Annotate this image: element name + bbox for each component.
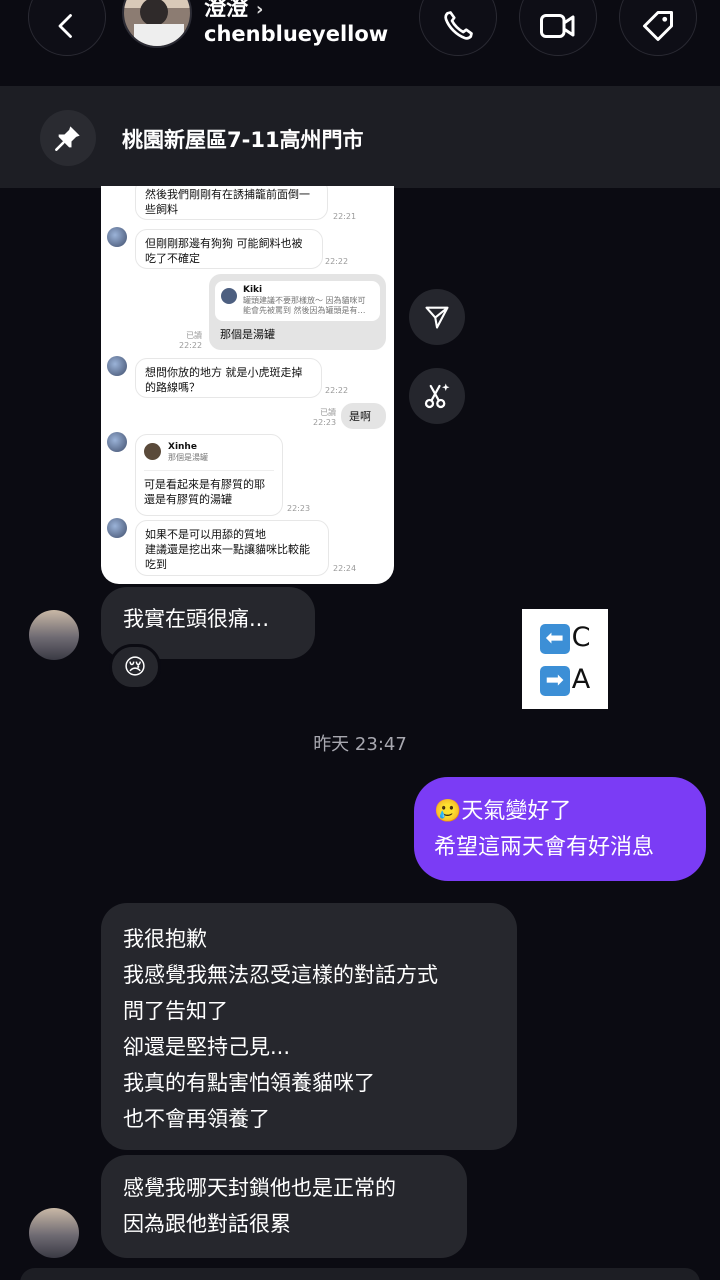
phone-icon [444,11,473,40]
message-bubble[interactable]: 感覺我哪天封鎖他也是正常的 因為跟他對話很累 [101,1155,467,1258]
list-item: 是啊 [341,403,386,429]
avatar [107,432,127,452]
read-receipt: 已讀 22:22 [179,331,203,350]
sticker-image[interactable]: ⬅ C ➡ A [522,609,608,709]
avatar [221,288,237,304]
pinned-message-text: 桃園新屋區7-11高州門市 [122,128,364,152]
avatar [107,227,127,247]
avatar[interactable] [29,1208,79,1258]
video-camera-icon [540,14,575,38]
avatar [144,443,161,460]
pin-icon [40,110,96,166]
video-call-button[interactable] [519,0,597,56]
contact-name[interactable]: 澄澄 › [204,0,263,22]
voice-call-button[interactable] [419,0,497,56]
list-item: 想問你放的地方 就是小虎斑走掉 的路線嗎？ [135,358,322,398]
chat-header: 澄澄 › chenblueyellow [0,0,720,86]
contact-avatar[interactable] [122,0,192,48]
scissors-sparkle-icon [424,383,450,409]
send-icon [425,306,449,329]
reply-preview: Kiki 罐頭建議不要那樣放～ 因為貓咪可 能會先被罵到 然後因為罐頭是有… [215,281,380,321]
tag-icon [643,11,673,41]
list-item: 但剛剛那邊有狗狗 可能飼料也被 吃了不確定 [135,229,323,269]
read-receipt: 已讀 22:23 [313,408,337,427]
list-item: 如果不是可以用舔的質地 建議還是挖出來一點讓貓咪比較能 吃到 [135,520,329,576]
message-bubble[interactable]: 我很抱歉 我感覺我無法忍受這樣的對話方式 問了告知了 卻還是堅持己見... 我真… [101,903,517,1150]
chevron-right-icon: › [256,0,264,20]
pinned-message-bar[interactable]: 桃園新屋區7-11高州門市 [0,86,720,188]
right-arrow-icon: ➡ [539,665,570,696]
avatar[interactable] [29,610,79,660]
message-time: 22:22 [325,257,349,266]
message-time: 22:23 [287,504,311,513]
share-button[interactable] [409,289,465,345]
back-button[interactable] [28,0,106,56]
reply-preview: Xinhe 那個是湯罐 [144,441,274,471]
left-arrow-icon: ⬅ [539,623,570,654]
timestamp-divider: 昨天 23:47 [313,734,407,755]
avatar [107,356,127,376]
list-item: Xinhe 那個是湯罐 可是看起來是有膠質的耶 還是有膠質的湯罐 [135,434,283,516]
reaction-badge[interactable]: 😢 [109,644,161,690]
tag-button[interactable] [619,0,697,56]
shared-chat-screenshot[interactable]: 然後我們剛剛有在誘捕籠前面倒一 些飼料 22:21 但剛剛那邊有狗狗 可能飼料也… [101,186,394,584]
contact-username[interactable]: chenblueyellow [204,22,388,46]
sent-message-bubble[interactable]: 🥲天氣變好了 希望這兩天會有好消息 [414,777,706,881]
message-time: 22:22 [325,386,349,395]
ai-edit-button[interactable] [409,368,465,424]
message-composer[interactable] [20,1268,700,1280]
message-time: 22:24 [333,564,357,573]
avatar [107,518,127,538]
list-item: Kiki 罐頭建議不要那樣放～ 因為貓咪可 能會先被罵到 然後因為罐頭是有… 那… [209,274,386,350]
back-arrow-icon [58,14,72,38]
list-item: 然後我們剛剛有在誘捕籠前面倒一 些飼料 [135,186,328,220]
message-time: 22:21 [333,212,357,221]
